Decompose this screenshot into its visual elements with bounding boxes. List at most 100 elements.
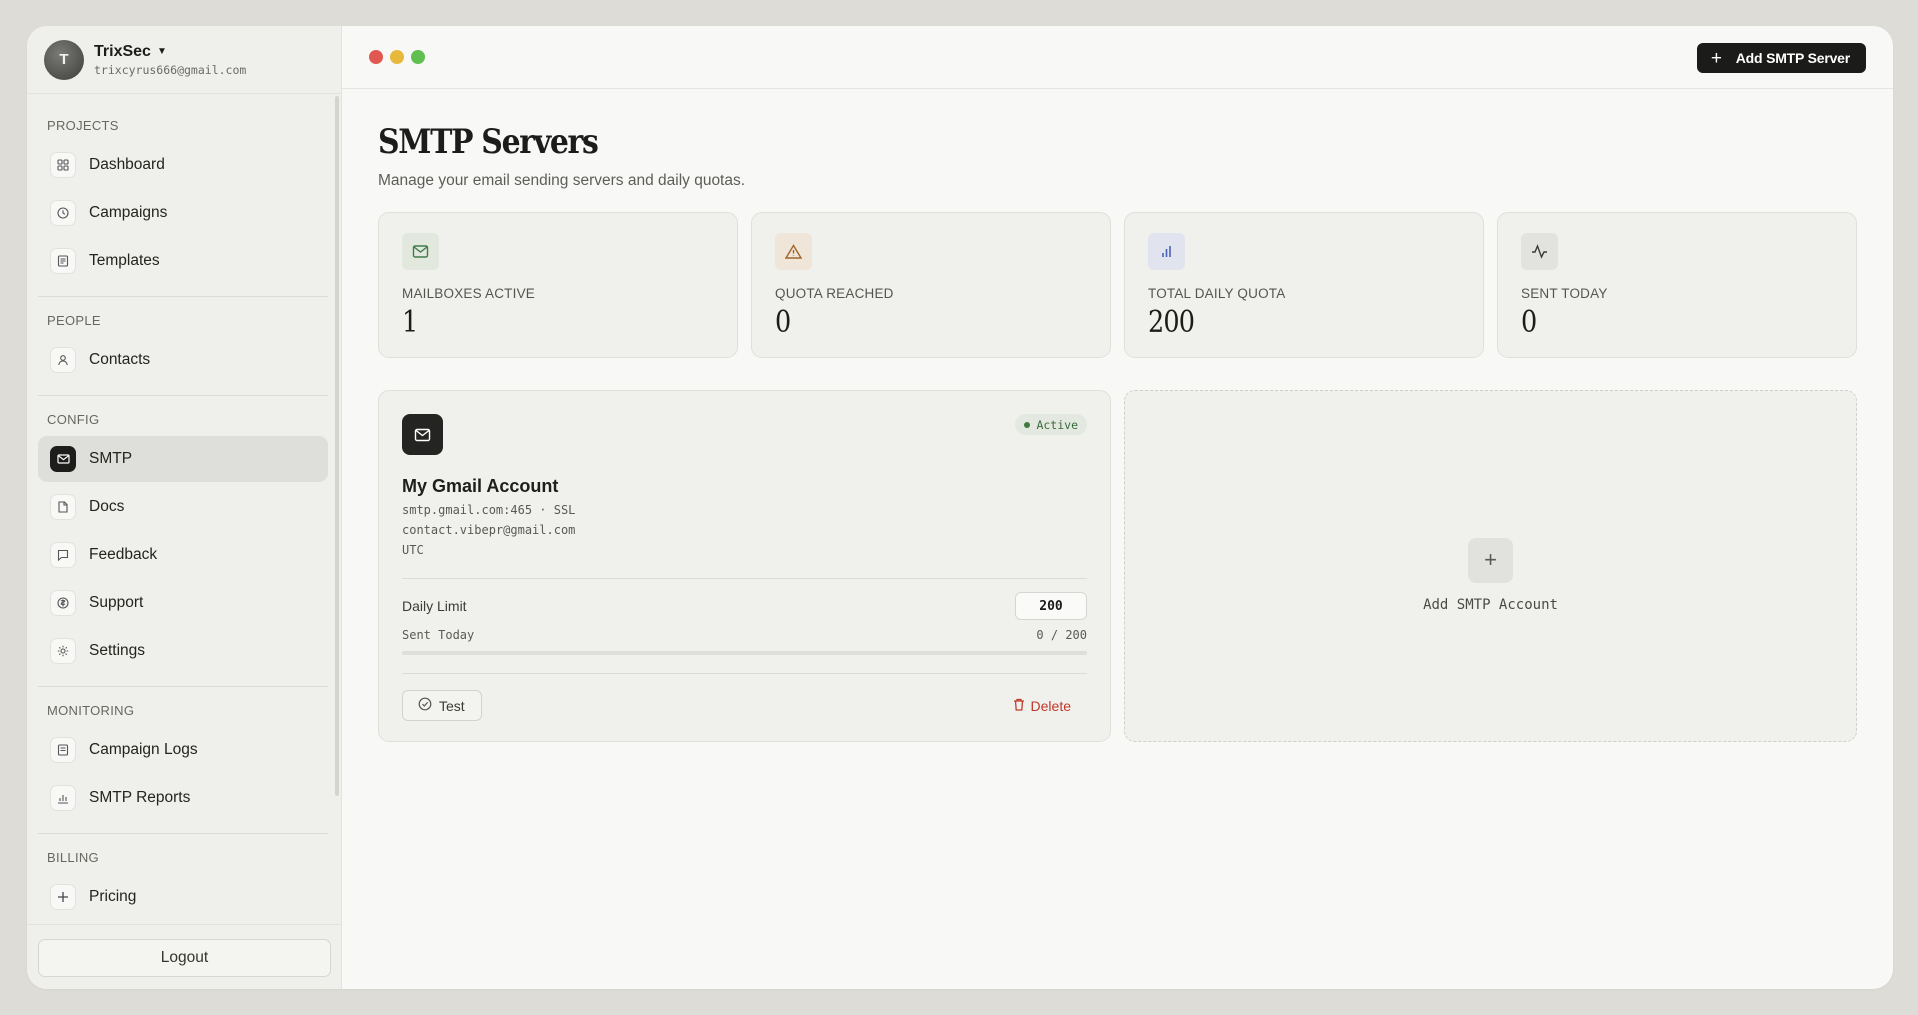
status-dot-icon xyxy=(1024,421,1031,428)
section-title-projects: PROJECTS xyxy=(47,118,119,133)
plus-icon: + xyxy=(1468,537,1513,583)
file-icon xyxy=(50,494,76,520)
sidebar-item-label: SMTP Reports xyxy=(89,789,191,806)
sidebar-item-templates[interactable]: Templates xyxy=(38,238,328,284)
add-smtp-server-button[interactable]: + Add SMTP Server xyxy=(1696,43,1866,73)
sent-today-label: Sent Today xyxy=(402,628,475,642)
section-title-monitoring: MONITORING xyxy=(47,703,135,718)
mail-icon xyxy=(402,414,443,455)
sidebar-item-label: Dashboard xyxy=(89,156,165,173)
sidebar-item-label: Campaigns xyxy=(89,204,168,221)
smtp-host: smtp.gmail.com:465 · SSL xyxy=(402,503,576,517)
document-icon xyxy=(50,248,76,274)
user-name: TrixSec xyxy=(94,42,151,60)
sidebar-item-label: SMTP xyxy=(89,450,133,467)
smtp-server-card: Active My Gmail Account smtp.gmail.com:4… xyxy=(378,390,1111,742)
maximize-dot[interactable] xyxy=(411,50,425,64)
window-controls xyxy=(369,50,425,64)
sidebar-item-campaigns[interactable]: Campaigns xyxy=(38,190,328,236)
page-subtitle: Manage your email sending servers and da… xyxy=(378,172,746,189)
mail-icon xyxy=(402,233,439,270)
minimize-dot[interactable] xyxy=(390,50,404,64)
divider xyxy=(38,833,328,834)
daily-limit-label: Daily Limit xyxy=(402,598,467,614)
user-icon xyxy=(50,347,76,373)
clock-icon xyxy=(50,200,76,226)
stat-label: MAILBOXES ACTIVE xyxy=(402,286,535,301)
sidebar-item-label: Templates xyxy=(89,252,160,269)
stat-card-sent-today: SENT TODAY 0 xyxy=(1497,212,1857,358)
add-smtp-account-label: Add SMTP Account xyxy=(1423,596,1558,613)
sidebar-item-support[interactable]: Support xyxy=(38,580,328,626)
add-smtp-account-card[interactable]: + Add SMTP Account xyxy=(1124,390,1857,742)
stats-row: MAILBOXES ACTIVE 1 QUOTA REACHED 0 TOTAL… xyxy=(378,212,1857,358)
plus-icon: + xyxy=(1710,47,1722,69)
activity-icon xyxy=(1521,233,1558,270)
add-smtp-server-label: Add SMTP Server xyxy=(1735,50,1850,66)
stat-card-total-daily-quota: TOTAL DAILY QUOTA 200 xyxy=(1124,212,1484,358)
sidebar-item-pricing[interactable]: Pricing xyxy=(38,874,328,920)
quota-progress-bar xyxy=(402,651,1087,655)
sidebar-item-dashboard[interactable]: Dashboard xyxy=(38,142,328,188)
stat-card-mailboxes-active: MAILBOXES ACTIVE 1 xyxy=(378,212,738,358)
sidebar-item-label: Contacts xyxy=(89,351,151,368)
log-icon xyxy=(50,737,76,763)
sent-today-value: 0 / 200 xyxy=(1036,628,1087,642)
logout-button[interactable]: Logout xyxy=(38,939,331,977)
sidebar-item-label: Docs xyxy=(89,498,125,515)
sidebar-scrollbar[interactable] xyxy=(335,96,339,796)
sidebar-item-label: Pricing xyxy=(89,888,137,905)
section-title-people: PEOPLE xyxy=(47,313,101,328)
plus-icon xyxy=(50,884,76,910)
warning-icon xyxy=(775,233,812,270)
stat-value: 0 xyxy=(1521,305,1537,340)
avatar: T xyxy=(44,39,84,80)
divider xyxy=(38,686,328,687)
grid-icon xyxy=(50,152,76,178)
sidebar-item-settings[interactable]: Settings xyxy=(38,628,328,674)
bar-chart-icon xyxy=(50,785,76,811)
stat-value: 0 xyxy=(775,305,791,340)
main-content: + Add SMTP Server SMTP Servers Manage yo… xyxy=(342,26,1893,989)
bar-chart-icon xyxy=(1148,233,1185,270)
account-email: contact.vibepr@gmail.com xyxy=(402,523,576,537)
section-title-config: CONFIG xyxy=(47,412,100,427)
check-circle-icon xyxy=(418,697,432,714)
sun-gear-icon xyxy=(50,638,76,664)
stat-label: SENT TODAY xyxy=(1521,286,1608,301)
sidebar-item-contacts[interactable]: Contacts xyxy=(38,337,328,383)
divider xyxy=(402,578,1087,579)
sidebar-item-feedback[interactable]: Feedback xyxy=(38,532,328,578)
sidebar-item-label: Support xyxy=(89,594,144,611)
sidebar-item-label: Campaign Logs xyxy=(89,741,198,758)
mail-icon xyxy=(50,446,76,472)
divider xyxy=(38,395,328,396)
stat-label: QUOTA REACHED xyxy=(775,286,894,301)
sidebar-item-docs[interactable]: Docs xyxy=(38,484,328,530)
app-window: T TrixSec ▼ trixcyrus666@gmail.com PROJE… xyxy=(27,26,1893,989)
stat-value: 200 xyxy=(1148,305,1195,340)
sidebar-item-campaign-logs[interactable]: Campaign Logs xyxy=(38,727,328,773)
account-name: My Gmail Account xyxy=(402,476,559,496)
delete-button[interactable]: Delete xyxy=(1013,698,1087,714)
stat-card-quota-reached: QUOTA REACHED 0 xyxy=(751,212,1111,358)
divider xyxy=(38,296,328,297)
test-button[interactable]: Test xyxy=(402,690,482,721)
daily-limit-input[interactable]: 200 xyxy=(1015,592,1087,620)
sidebar-nav: PROJECTS Dashboard Campaigns Templates P… xyxy=(27,94,341,950)
sidebar-item-smtp-reports[interactable]: SMTP Reports xyxy=(38,775,328,821)
account-timezone: UTC xyxy=(402,543,424,557)
support-icon xyxy=(50,590,76,616)
chat-icon xyxy=(50,542,76,568)
sidebar-item-label: Feedback xyxy=(89,546,158,563)
stat-label: TOTAL DAILY QUOTA xyxy=(1148,286,1286,301)
close-dot[interactable] xyxy=(369,50,383,64)
server-cards: Active My Gmail Account smtp.gmail.com:4… xyxy=(378,390,1857,742)
trash-icon xyxy=(1013,698,1025,714)
caret-down-icon[interactable]: ▼ xyxy=(157,46,167,57)
sidebar-item-smtp[interactable]: SMTP xyxy=(38,436,328,482)
user-profile[interactable]: T TrixSec ▼ trixcyrus666@gmail.com xyxy=(27,26,341,94)
divider xyxy=(402,673,1087,674)
stat-value: 1 xyxy=(402,305,418,340)
page-title: SMTP Servers xyxy=(378,122,599,162)
